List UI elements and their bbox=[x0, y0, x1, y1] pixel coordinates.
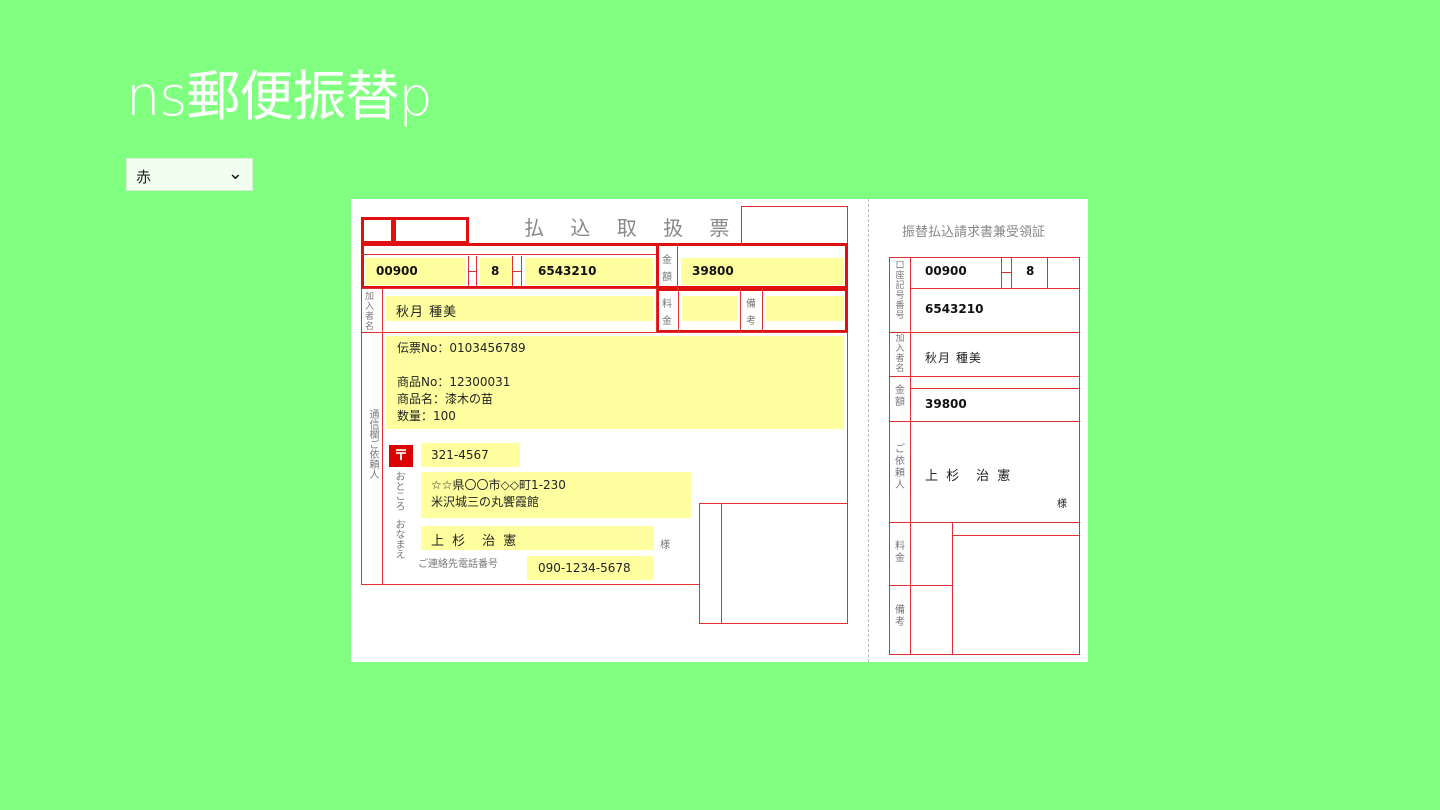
subscriber-label: 加 入 者 名 bbox=[365, 292, 375, 332]
remarks-field[interactable] bbox=[766, 296, 844, 321]
amount-label: 金 額 bbox=[662, 255, 672, 283]
stamp-small-box bbox=[699, 503, 722, 624]
receipt-requester-label: ご依頼人 bbox=[895, 444, 905, 491]
stamp-box bbox=[741, 206, 848, 244]
transfer-form: 払 込 取 扱 票 00900 8 6543210 金 額 39800 加 入 … bbox=[351, 199, 1088, 662]
account-check-value: 8 bbox=[491, 264, 500, 278]
perforation-line bbox=[868, 199, 869, 662]
receipt-amount-label: 金額 bbox=[895, 385, 905, 408]
receipt-remarks-label: 備考 bbox=[895, 605, 905, 628]
top-box-1 bbox=[361, 217, 394, 244]
address-value: ☆☆県〇〇市◇◇町1-230 米沢城三の丸饗霞館 bbox=[431, 478, 566, 509]
message-label: 通信欄ご依頼人 bbox=[367, 409, 378, 479]
receipt-frame bbox=[889, 257, 1080, 655]
account-number-value: 6543210 bbox=[538, 264, 597, 278]
receipt-account-number: 6543210 bbox=[925, 302, 984, 316]
receipt-subscriber-label: 加入者名 bbox=[895, 334, 905, 374]
address-label: おところ bbox=[393, 471, 404, 511]
receipt-account-label: 口座記号番号 bbox=[895, 261, 905, 321]
receipt-account-prefix: 00900 bbox=[925, 264, 967, 278]
color-select[interactable]: 赤 ⌄ bbox=[126, 158, 253, 191]
receipt-amount-value: 39800 bbox=[925, 397, 967, 411]
amount-value: 39800 bbox=[692, 264, 734, 278]
remarks-label: 備 考 bbox=[746, 299, 756, 327]
receipt-sama-label: 様 bbox=[1057, 499, 1067, 510]
top-box-2 bbox=[393, 217, 469, 244]
sama-label: 様 bbox=[660, 540, 670, 551]
phone-label: ご連絡先電話番号 bbox=[418, 559, 498, 570]
chevron-down-icon: ⌄ bbox=[227, 163, 243, 184]
form-title: 払 込 取 扱 票 bbox=[524, 216, 740, 240]
postal-code-value: 321-4567 bbox=[431, 448, 489, 462]
name-label: おなまえ bbox=[393, 519, 404, 559]
receipt-account-check: 8 bbox=[1026, 264, 1035, 278]
fee-label: 料 金 bbox=[662, 299, 672, 327]
phone-value: 090-1234-5678 bbox=[538, 561, 631, 575]
app-title: ns郵便振替p bbox=[126, 65, 433, 128]
requester-value: 上 杉 治 憲 bbox=[431, 534, 519, 549]
stamp-large-box bbox=[721, 503, 848, 624]
receipt-requester-value: 上 杉 治 憲 bbox=[925, 469, 1013, 484]
postal-mark-icon: 〒 bbox=[389, 445, 413, 467]
message-value: 伝票No：0103456789 商品No：12300031 商品名：漆木の苗 数… bbox=[397, 341, 526, 423]
receipt-title: 振替払込請求書兼受領証 bbox=[902, 225, 1046, 240]
account-prefix-value: 00900 bbox=[376, 264, 418, 278]
subscriber-value: 秋月 種美 bbox=[396, 305, 458, 320]
color-select-value: 赤 bbox=[136, 168, 152, 186]
fee-field[interactable] bbox=[682, 296, 737, 321]
receipt-fee-label: 料金 bbox=[895, 541, 905, 564]
receipt-subscriber-value: 秋月 種美 bbox=[925, 351, 982, 365]
